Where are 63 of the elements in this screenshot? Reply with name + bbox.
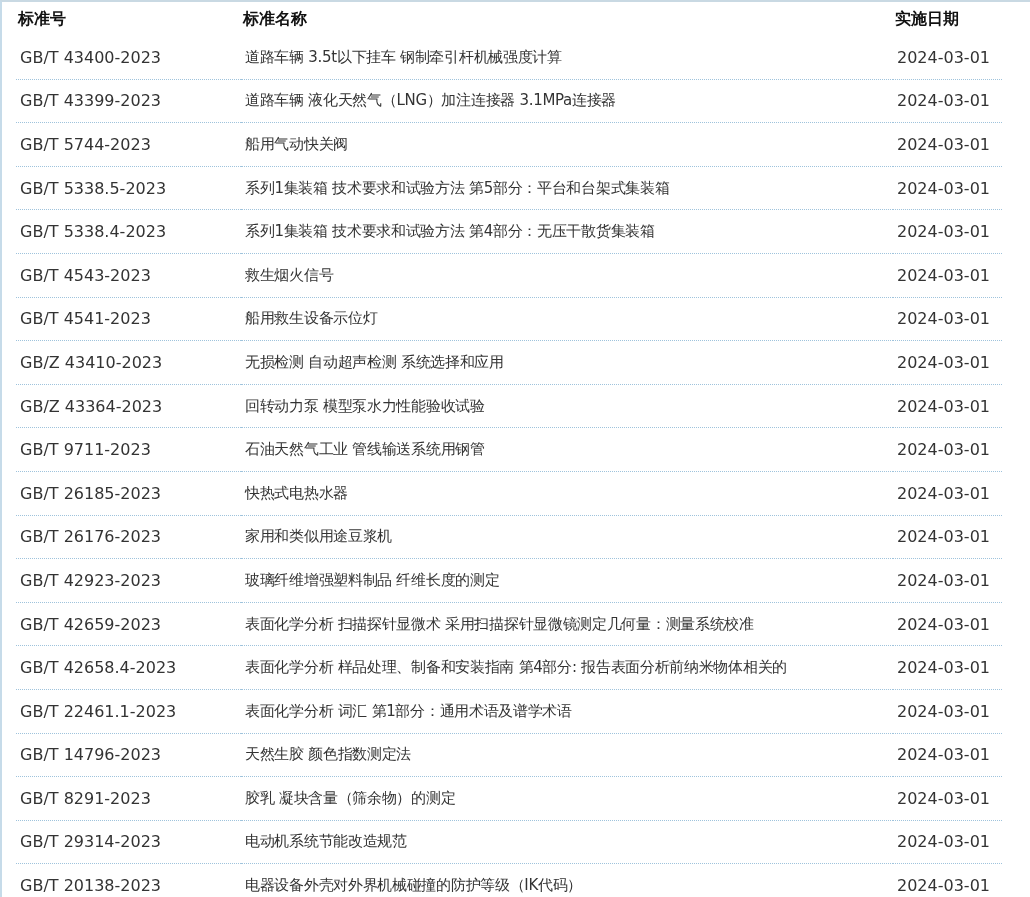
date-cell: 2024-03-01 — [893, 340, 1002, 385]
standard-number-cell: GB/T 42923-2023 — [16, 558, 241, 603]
standard-number-cell: GB/T 4541-2023 — [16, 297, 241, 341]
date-cell: 2024-03-01 — [893, 515, 1002, 559]
date-cell: 2024-03-01 — [893, 253, 1002, 298]
standard-name-cell: 电器设备外壳对外界机械碰撞的防护等级（IK代码） — [241, 863, 893, 897]
date-cell: 2024-03-01 — [893, 122, 1002, 167]
standard-name-cell: 快热式电热水器 — [241, 471, 893, 516]
standard-name-cell: 船用救生设备示位灯 — [241, 297, 893, 341]
standard-number-cell: GB/T 8291-2023 — [16, 776, 241, 821]
standard-number-cell: GB/T 43399-2023 — [16, 79, 241, 123]
standard-name-cell: 系列1集装箱 技术要求和试验方法 第4部分：无压干散货集装箱 — [241, 209, 893, 254]
standard-name-cell: 家用和类似用途豆浆机 — [241, 515, 893, 559]
standard-number-cell: GB/T 5338.4-2023 — [16, 209, 241, 254]
standard-number-cell: GB/T 5338.5-2023 — [16, 166, 241, 210]
standard-number-cell: GB/Z 43410-2023 — [16, 340, 241, 385]
date-cell: 2024-03-01 — [893, 209, 1002, 254]
standard-number-cell: GB/T 26176-2023 — [16, 515, 241, 559]
standard-name-cell: 回转动力泵 模型泵水力性能验收试验 — [241, 384, 893, 428]
date-cell: 2024-03-01 — [893, 471, 1002, 516]
standard-number-cell: GB/T 20138-2023 — [16, 863, 241, 897]
standard-number-cell: GB/T 4543-2023 — [16, 253, 241, 298]
standard-number-cell: GB/T 26185-2023 — [16, 471, 241, 516]
date-cell: 2024-03-01 — [893, 776, 1002, 821]
date-cell: 2024-03-01 — [893, 427, 1002, 472]
standard-name-cell: 天然生胶 颜色指数测定法 — [241, 733, 893, 777]
standard-name-cell: 胶乳 凝块含量（筛余物）的测定 — [241, 776, 893, 821]
standard-number-cell: GB/T 22461.1-2023 — [16, 689, 241, 733]
date-cell: 2024-03-01 — [893, 820, 1002, 864]
date-cell: 2024-03-01 — [893, 79, 1002, 123]
standard-name-cell: 玻璃纤维增强塑料制品 纤维长度的测定 — [241, 558, 893, 603]
date-cell: 2024-03-01 — [893, 689, 1002, 733]
date-cell: 2024-03-01 — [893, 733, 1002, 777]
standard-number-cell: GB/T 43400-2023 — [16, 36, 241, 80]
standard-name-cell: 电动机系统节能改造规范 — [241, 820, 893, 864]
date-cell: 2024-03-01 — [893, 297, 1002, 341]
date-cell: 2024-03-01 — [893, 36, 1002, 80]
standard-number-cell: GB/T 9711-2023 — [16, 427, 241, 472]
column-header: 标准号 — [16, 7, 67, 30]
column-header: 标准名称 — [241, 7, 308, 30]
standard-number-cell: GB/T 42658.4-2023 — [16, 645, 241, 690]
standard-name-cell: 表面化学分析 词汇 第1部分：通用术语及谱学术语 — [241, 689, 893, 733]
standard-number-cell: GB/T 42659-2023 — [16, 602, 241, 646]
date-cell: 2024-03-01 — [893, 384, 1002, 428]
standard-name-cell: 船用气动快关阀 — [241, 122, 893, 167]
date-cell: 2024-03-01 — [893, 558, 1002, 603]
standard-name-cell: 道路车辆 3.5t以下挂车 钢制牵引杆机械强度计算 — [241, 36, 893, 80]
date-cell: 2024-03-01 — [893, 602, 1002, 646]
date-cell: 2024-03-01 — [893, 166, 1002, 210]
standard-number-cell: GB/Z 43364-2023 — [16, 384, 241, 428]
standard-number-cell: GB/T 14796-2023 — [16, 733, 241, 777]
column-header: 实施日期 — [894, 7, 960, 30]
date-cell: 2024-03-01 — [893, 863, 1002, 897]
standard-name-cell: 石油天然气工业 管线输送系统用钢管 — [241, 427, 893, 472]
date-cell: 2024-03-01 — [893, 645, 1002, 690]
standard-name-cell: 表面化学分析 样品处理、制备和安装指南 第4部分: 报告表面分析前纳米物体相关的 — [241, 645, 893, 690]
standard-name-cell: 无损检测 自动超声检测 系统选择和应用 — [241, 340, 893, 385]
standard-number-cell: GB/T 29314-2023 — [16, 820, 241, 864]
standard-name-cell: 系列1集装箱 技术要求和试验方法 第5部分：平台和台架式集装箱 — [241, 166, 893, 210]
standard-name-cell: 救生烟火信号 — [241, 253, 893, 298]
standard-name-cell: 表面化学分析 扫描探针显微术 采用扫描探针显微镜测定几何量：测量系统校准 — [241, 602, 893, 646]
standard-number-cell: GB/T 5744-2023 — [16, 122, 241, 167]
standard-name-cell: 道路车辆 液化天然气（LNG）加注连接器 3.1MPa连接器 — [241, 79, 893, 123]
